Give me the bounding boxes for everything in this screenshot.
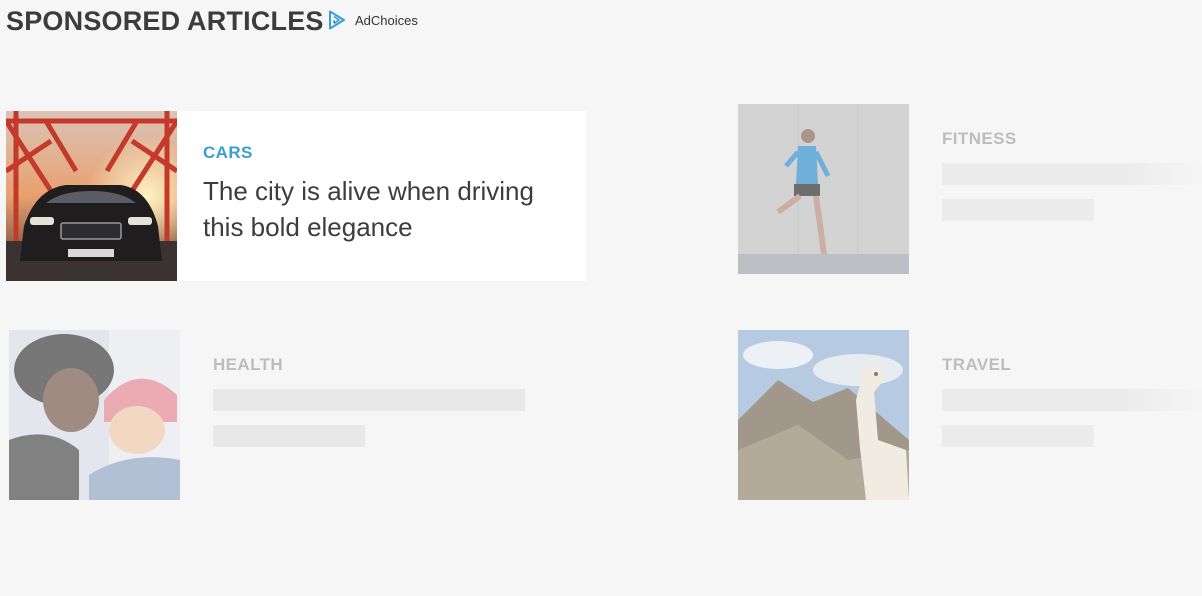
- article-card-travel[interactable]: TRAVEL: [738, 330, 1202, 500]
- runner-image[interactable]: [738, 104, 909, 274]
- article-category[interactable]: CARS: [203, 143, 563, 163]
- article-card-cars[interactable]: CARS The city is alive when driving this…: [6, 111, 586, 281]
- article-text: FITNESS: [909, 104, 1202, 274]
- section-title: SPONSORED ARTICLES: [6, 6, 324, 36]
- headline-placeholder: [942, 425, 1094, 447]
- headline-placeholder: [942, 389, 1202, 411]
- llama-mountain-image[interactable]: [738, 330, 909, 500]
- car-on-bridge-image[interactable]: [6, 111, 177, 281]
- article-category[interactable]: TRAVEL: [942, 355, 1202, 375]
- adchoices-icon: [327, 10, 347, 30]
- headline-placeholder: [213, 425, 365, 447]
- article-category[interactable]: HEALTH: [213, 355, 525, 375]
- adchoices-link[interactable]: AdChoices: [327, 9, 418, 31]
- adchoices-label: AdChoices: [355, 12, 418, 28]
- article-text: HEALTH: [180, 330, 525, 500]
- sponsored-articles-widget: SPONSORED ARTICLES AdChoices CARS The ci…: [0, 0, 1202, 596]
- article-card-fitness[interactable]: FITNESS: [738, 104, 1202, 274]
- article-category[interactable]: FITNESS: [942, 129, 1202, 149]
- article-text: TRAVEL: [909, 330, 1202, 500]
- headline-placeholder: [213, 389, 525, 411]
- article-headline[interactable]: The city is alive when driving this bold…: [203, 173, 563, 245]
- headline-placeholder: [942, 163, 1202, 185]
- article-card-health[interactable]: HEALTH: [9, 330, 589, 500]
- article-text: CARS The city is alive when driving this…: [177, 111, 563, 281]
- mother-and-child-image[interactable]: [9, 330, 180, 500]
- headline-placeholder: [942, 199, 1094, 221]
